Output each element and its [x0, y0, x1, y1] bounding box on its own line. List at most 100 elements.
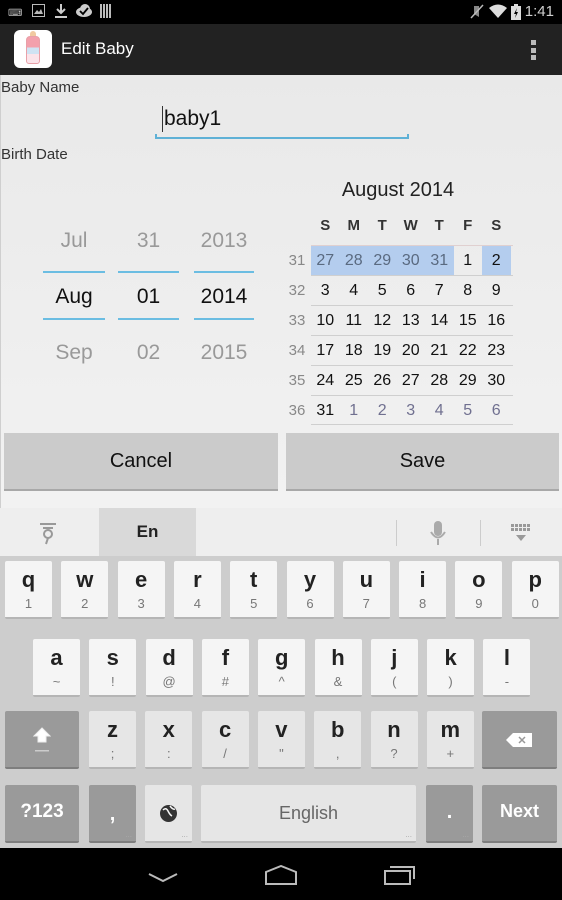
calendar-day[interactable]: 28: [339, 246, 368, 275]
calendar-day[interactable]: 1: [340, 396, 369, 425]
microphone-icon[interactable]: [429, 521, 447, 549]
calendar-day[interactable]: 11: [340, 306, 369, 335]
calendar-day[interactable]: 7: [425, 276, 454, 305]
calendar-day[interactable]: 25: [340, 366, 369, 395]
calendar-day[interactable]: 17: [311, 336, 340, 365]
key-j[interactable]: j(: [370, 639, 418, 697]
calendar-day[interactable]: 29: [454, 366, 483, 395]
calendar-day[interactable]: 5: [454, 396, 483, 425]
key-o[interactable]: o9: [455, 561, 503, 619]
shift-key[interactable]: [5, 711, 79, 769]
month-next[interactable]: Sep: [43, 341, 105, 365]
calendar-day[interactable]: 4: [425, 396, 454, 425]
overflow-menu-icon[interactable]: [531, 40, 536, 60]
hide-keyboard-icon[interactable]: [511, 524, 531, 546]
key-l[interactable]: l-: [483, 639, 531, 697]
calendar-day[interactable]: 15: [454, 306, 483, 335]
calendar-day[interactable]: 8: [454, 276, 483, 305]
year-prev[interactable]: 2013: [194, 229, 254, 253]
baby-name-input[interactable]: baby1: [155, 101, 409, 139]
calendar-day[interactable]: 21: [425, 336, 454, 365]
key-d[interactable]: d @: [145, 639, 193, 697]
calendar-day[interactable]: 10: [311, 306, 340, 335]
calendar-day[interactable]: 14: [425, 306, 454, 335]
home-icon[interactable]: [264, 864, 298, 889]
key-v[interactable]: v ": [257, 711, 305, 769]
key-a[interactable]: a ~: [33, 639, 80, 697]
year-spinner[interactable]: 2013 2014 2015: [194, 215, 254, 365]
key-h[interactable]: h &: [314, 639, 362, 697]
calendar-day[interactable]: 30: [482, 366, 511, 395]
calendar-day[interactable]: 27: [311, 246, 340, 275]
day-next[interactable]: 02: [118, 341, 179, 365]
month-prev[interactable]: Jul: [43, 229, 105, 253]
calendar-day[interactable]: 3: [311, 276, 340, 305]
back-icon[interactable]: [148, 870, 178, 889]
key-m[interactable]: m +: [426, 711, 474, 769]
space-key[interactable]: English...: [201, 785, 416, 843]
calendar-day[interactable]: 23: [482, 336, 511, 365]
period-key[interactable]: ....: [426, 785, 473, 843]
calendar-day[interactable]: 30: [396, 246, 425, 275]
key-p[interactable]: p0: [511, 561, 559, 619]
key-x[interactable]: x:: [145, 711, 193, 769]
cancel-button[interactable]: Cancel: [4, 433, 278, 491]
symbols-key[interactable]: ?123: [5, 785, 79, 843]
baby-bottle-icon[interactable]: [14, 30, 52, 68]
day-current[interactable]: 01: [118, 285, 179, 309]
calendar-day[interactable]: 19: [368, 336, 397, 365]
key-s[interactable]: s!: [89, 639, 137, 697]
calendar-day[interactable]: 24: [311, 366, 340, 395]
key-y[interactable]: y6: [286, 561, 334, 619]
key-i[interactable]: i8: [399, 561, 447, 619]
calendar-day[interactable]: 13: [397, 306, 426, 335]
calendar-grid[interactable]: 31 27 28 29 30 31 1 2 32 3 4 5 6 7 8 9 33 10 11 12 13 14 15 16 3…: [283, 245, 513, 425]
day-spinner[interactable]: 31 01 02: [118, 215, 179, 365]
calendar-day[interactable]: 2: [482, 246, 511, 275]
year-next[interactable]: 2015: [194, 341, 254, 365]
year-current[interactable]: 2014: [194, 285, 254, 309]
calendar-day[interactable]: 5: [368, 276, 397, 305]
text-cursor-icon[interactable]: [38, 520, 58, 550]
recents-icon[interactable]: [384, 865, 416, 889]
calendar-day[interactable]: 3: [397, 396, 426, 425]
comma-key[interactable]: ,...: [89, 785, 136, 843]
calendar-day[interactable]: 9: [482, 276, 511, 305]
month-current[interactable]: Aug: [43, 285, 105, 309]
key-e[interactable]: e3: [117, 561, 165, 619]
key-r[interactable]: r4: [173, 561, 221, 619]
calendar-day[interactable]: 28: [425, 366, 454, 395]
key-z[interactable]: z;: [89, 711, 136, 769]
calendar-day[interactable]: 12: [368, 306, 397, 335]
month-spinner[interactable]: Jul Aug Sep: [43, 215, 105, 365]
calendar-day[interactable]: 31: [311, 396, 340, 425]
calendar-day[interactable]: 16: [482, 306, 511, 335]
calendar-day[interactable]: 6: [397, 276, 426, 305]
calendar-day[interactable]: 4: [340, 276, 369, 305]
calendar-day[interactable]: 22: [454, 336, 483, 365]
calendar-day[interactable]: 26: [368, 366, 397, 395]
save-button[interactable]: Save: [286, 433, 559, 491]
calendar-day[interactable]: 29: [368, 246, 397, 275]
key-w[interactable]: w2: [61, 561, 109, 619]
language-suggestion[interactable]: En: [99, 508, 196, 556]
calendar-day[interactable]: 2: [368, 396, 397, 425]
calendar-day[interactable]: 6: [482, 396, 511, 425]
calendar-day[interactable]: 1: [454, 246, 483, 275]
key-g[interactable]: g ^: [258, 639, 306, 697]
key-u[interactable]: u7: [342, 561, 390, 619]
next-key[interactable]: Next: [482, 785, 557, 843]
calendar-day[interactable]: 27: [397, 366, 426, 395]
key-q[interactable]: q1: [5, 561, 52, 619]
calendar-day[interactable]: 18: [340, 336, 369, 365]
key-k[interactable]: k): [427, 639, 475, 697]
key-b[interactable]: b,: [314, 711, 362, 769]
calendar-day[interactable]: 20: [397, 336, 426, 365]
backspace-key[interactable]: [482, 711, 557, 769]
key-t[interactable]: t5: [230, 561, 278, 619]
day-prev[interactable]: 31: [118, 229, 179, 253]
key-f[interactable]: f #: [201, 639, 249, 697]
calendar-day[interactable]: 31: [425, 246, 454, 275]
key-c[interactable]: c /: [201, 711, 249, 769]
language-switch-key[interactable]: ...: [145, 785, 192, 843]
